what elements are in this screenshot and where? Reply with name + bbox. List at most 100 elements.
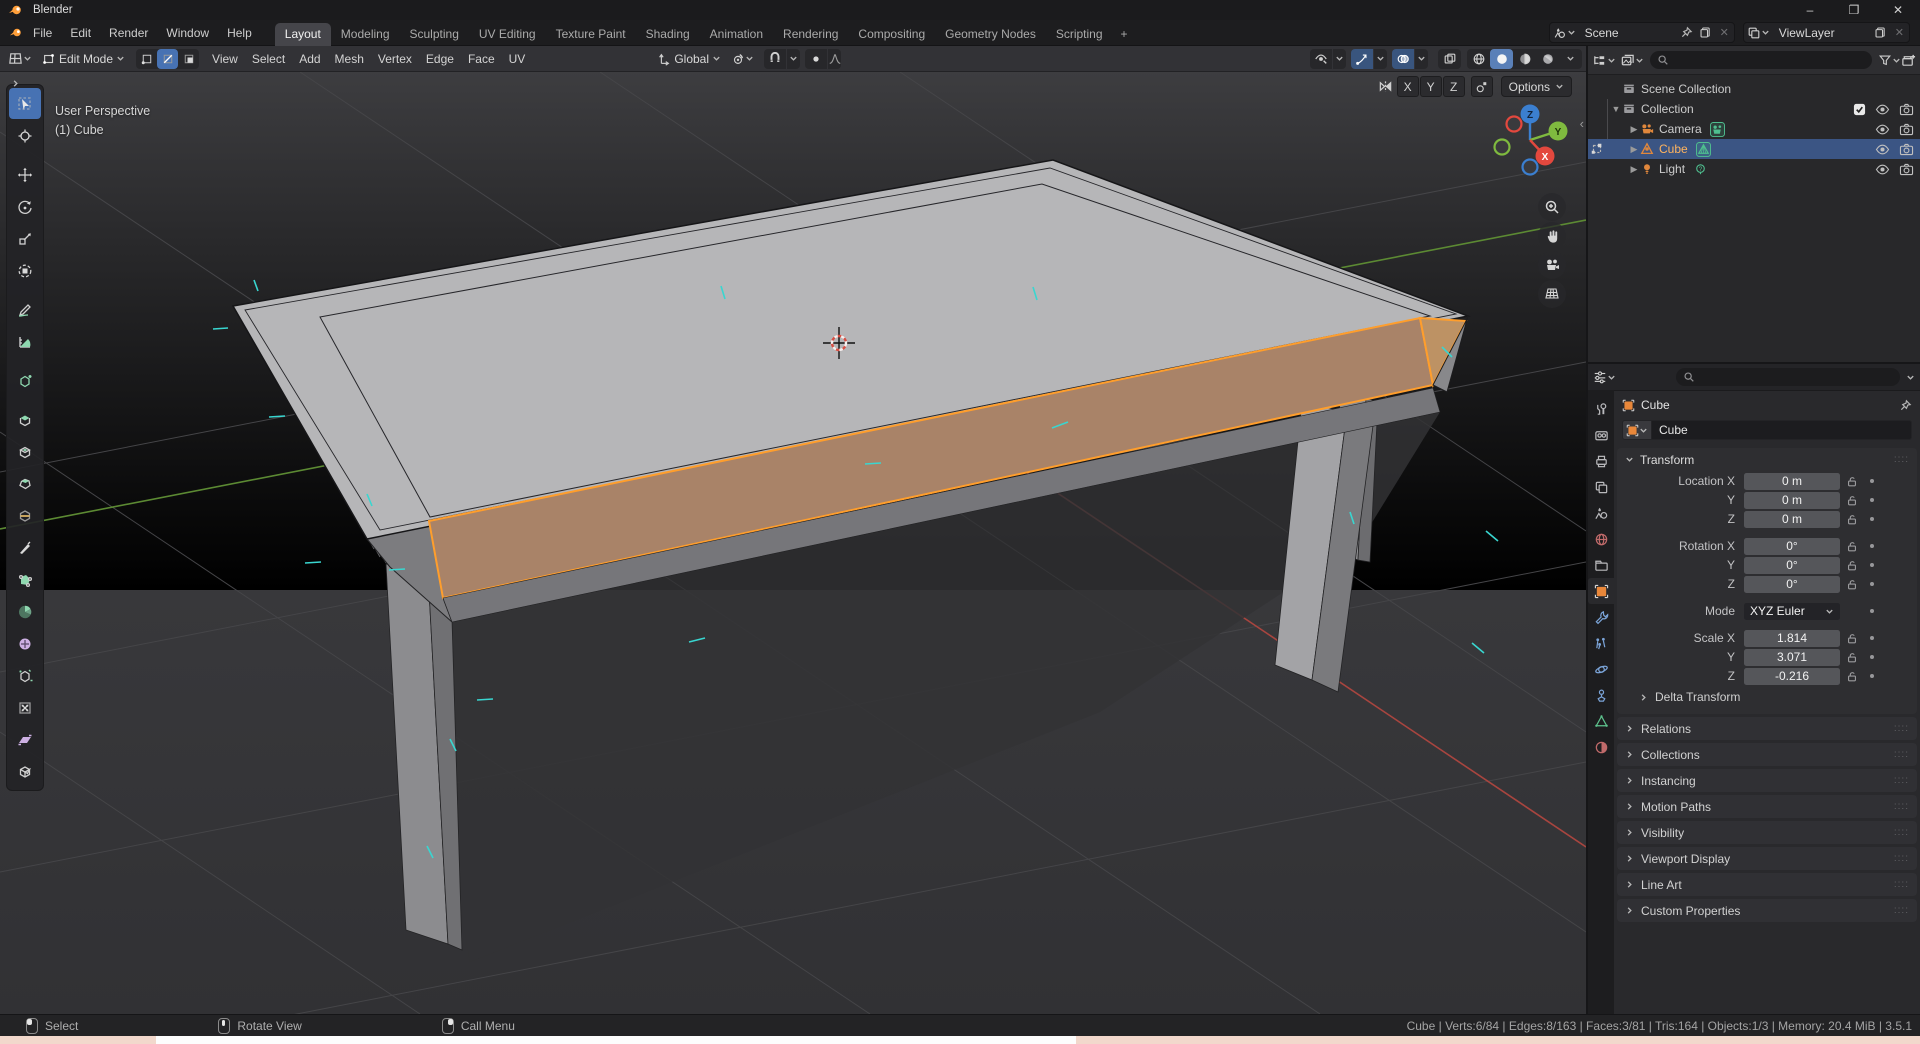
lock-icon[interactable] xyxy=(1840,540,1864,553)
workspace-tab-animation[interactable]: Animation xyxy=(700,23,773,46)
lock-icon[interactable] xyxy=(1840,559,1864,572)
mirror-y-button[interactable]: Y xyxy=(1420,76,1442,97)
viewport-canvas[interactable]: User Perspective (1) Cube X Y Z Options … xyxy=(0,72,1586,1014)
workspace-tab-shading[interactable]: Shading xyxy=(636,23,700,46)
field-y[interactable]: 3.071 xyxy=(1744,649,1840,666)
field-z[interactable]: 0 m xyxy=(1744,511,1840,528)
field-y[interactable]: 0 m xyxy=(1744,492,1840,509)
disclosure-triangle[interactable]: ▼ xyxy=(1610,104,1622,114)
field-scale-x[interactable]: 1.814 xyxy=(1744,630,1840,647)
perspective-toggle-button[interactable] xyxy=(1538,280,1566,308)
outliner-filter-dropdown[interactable] xyxy=(1878,53,1901,67)
animate-dot[interactable] xyxy=(1864,544,1880,548)
minimize-button[interactable]: – xyxy=(1788,0,1832,20)
panel-grip-icon[interactable]: :::: xyxy=(1894,827,1909,838)
viewlayer-selector[interactable]: ViewLayer ✕ xyxy=(1743,22,1910,43)
zoom-button[interactable] xyxy=(1538,193,1566,221)
pin-icon[interactable] xyxy=(1899,399,1912,412)
select-mode-face[interactable] xyxy=(178,49,199,69)
tool-transform[interactable] xyxy=(9,255,41,286)
tool-shear[interactable] xyxy=(9,724,41,755)
viewport-menu-view[interactable]: View xyxy=(205,52,245,66)
properties-tab-scene[interactable] xyxy=(1588,500,1614,526)
navigation-gizmo[interactable]: Z Y X xyxy=(1488,98,1572,182)
lock-icon[interactable] xyxy=(1840,475,1864,488)
remove-viewlayer-icon[interactable]: ✕ xyxy=(1890,26,1909,39)
properties-tab-render[interactable] xyxy=(1588,422,1614,448)
id-type-selector[interactable] xyxy=(1622,420,1652,440)
sidebar-collapse-arrow[interactable]: ‹ xyxy=(1580,116,1584,131)
pivot-point-selector[interactable] xyxy=(727,49,758,69)
close-button[interactable]: ✕ xyxy=(1876,0,1920,20)
tool-randomize[interactable] xyxy=(9,660,41,691)
lock-icon[interactable] xyxy=(1840,578,1864,591)
outliner-item-cube[interactable]: ▶Cube xyxy=(1588,139,1920,159)
properties-editor-selector[interactable] xyxy=(1593,370,1616,384)
tool-move[interactable] xyxy=(9,159,41,190)
tool-cursor[interactable] xyxy=(9,120,41,151)
photocam-toggle-icon[interactable] xyxy=(1899,103,1914,116)
field-y[interactable]: 0° xyxy=(1744,557,1840,574)
outliner-search-input[interactable] xyxy=(1650,51,1872,69)
field-z[interactable]: 0° xyxy=(1744,576,1840,593)
gizmo-negative-z-axis[interactable] xyxy=(1523,160,1538,175)
xray-toggle[interactable] xyxy=(1438,49,1461,69)
show-overlays-toggle[interactable] xyxy=(1392,49,1414,69)
falloff-dropdown[interactable] xyxy=(828,49,841,69)
field-rotation-x[interactable]: 0° xyxy=(1744,538,1840,555)
animate-dot[interactable] xyxy=(1864,674,1880,678)
scene-name[interactable]: Scene xyxy=(1579,26,1677,40)
outliner-display-mode[interactable] xyxy=(1620,53,1644,68)
object-name-input[interactable]: Cube xyxy=(1652,420,1912,440)
workspace-tab-layout[interactable]: Layout xyxy=(275,23,331,46)
animate-dot[interactable] xyxy=(1864,563,1880,567)
properties-tab-world[interactable] xyxy=(1588,526,1614,552)
menu-edit[interactable]: Edit xyxy=(61,20,100,46)
panel-grip-icon[interactable]: :::: xyxy=(1894,801,1909,812)
panel-grip-icon[interactable]: :::: xyxy=(1894,454,1909,465)
workspace-tab-compositing[interactable]: Compositing xyxy=(848,23,935,46)
animate-dot[interactable] xyxy=(1864,517,1880,521)
properties-tab-view-layer[interactable] xyxy=(1588,474,1614,500)
shading-wireframe[interactable] xyxy=(1467,49,1490,69)
viewport-menu-face[interactable]: Face xyxy=(461,52,502,66)
unlink-scene-icon[interactable]: ✕ xyxy=(1715,26,1734,39)
panel-line-art[interactable]: Line Art :::: xyxy=(1617,873,1917,896)
pin-icon[interactable] xyxy=(1677,23,1696,42)
lock-icon[interactable] xyxy=(1840,632,1864,645)
lock-icon[interactable] xyxy=(1840,494,1864,507)
field-mode[interactable]: XYZ Euler xyxy=(1744,603,1840,620)
new-viewlayer-icon[interactable] xyxy=(1871,23,1890,42)
workspace-tab-scripting[interactable]: Scripting xyxy=(1046,23,1113,46)
properties-tab-object[interactable] xyxy=(1588,578,1614,604)
workspace-tab-sculpting[interactable]: Sculpting xyxy=(400,23,469,46)
workspace-tab-texture-paint[interactable]: Texture Paint xyxy=(546,23,636,46)
transform-orientation-selector[interactable]: Global xyxy=(653,49,725,69)
viewport-menu-vertex[interactable]: Vertex xyxy=(371,52,419,66)
animate-dot[interactable] xyxy=(1864,655,1880,659)
viewport-menu-mesh[interactable]: Mesh xyxy=(328,52,371,66)
panel-grip-icon[interactable]: :::: xyxy=(1894,905,1909,916)
viewport-menu-edge[interactable]: Edge xyxy=(419,52,461,66)
eye-toggle-icon[interactable] xyxy=(1875,163,1890,176)
tool-smooth[interactable] xyxy=(9,628,41,659)
tool-poly-build[interactable] xyxy=(9,564,41,595)
workspace-tab-geometry-nodes[interactable]: Geometry Nodes xyxy=(935,23,1046,46)
mirror-z-button[interactable]: Z xyxy=(1443,76,1465,97)
viewport-menu-uv[interactable]: UV xyxy=(502,52,533,66)
outliner-item-camera[interactable]: ▶Camera xyxy=(1588,119,1920,139)
photocam-toggle-icon[interactable] xyxy=(1899,163,1914,176)
shading-dropdown[interactable] xyxy=(1559,49,1582,69)
gizmo-negative-x-axis[interactable] xyxy=(1507,117,1522,132)
options-dropdown[interactable]: Options xyxy=(1501,76,1572,97)
tool-scale[interactable] xyxy=(9,223,41,254)
workspace-tab-rendering[interactable]: Rendering xyxy=(773,23,848,46)
eye-toggle-icon[interactable] xyxy=(1875,143,1890,156)
photocam-toggle-icon[interactable] xyxy=(1899,123,1914,136)
properties-tab-output[interactable] xyxy=(1588,448,1614,474)
field-z[interactable]: -0.216 xyxy=(1744,668,1840,685)
menu-window[interactable]: Window xyxy=(157,20,218,46)
panel-visibility[interactable]: Visibility :::: xyxy=(1617,821,1917,844)
disclosure-triangle[interactable]: ▶ xyxy=(1628,164,1640,175)
scene-icon[interactable] xyxy=(1550,23,1579,42)
